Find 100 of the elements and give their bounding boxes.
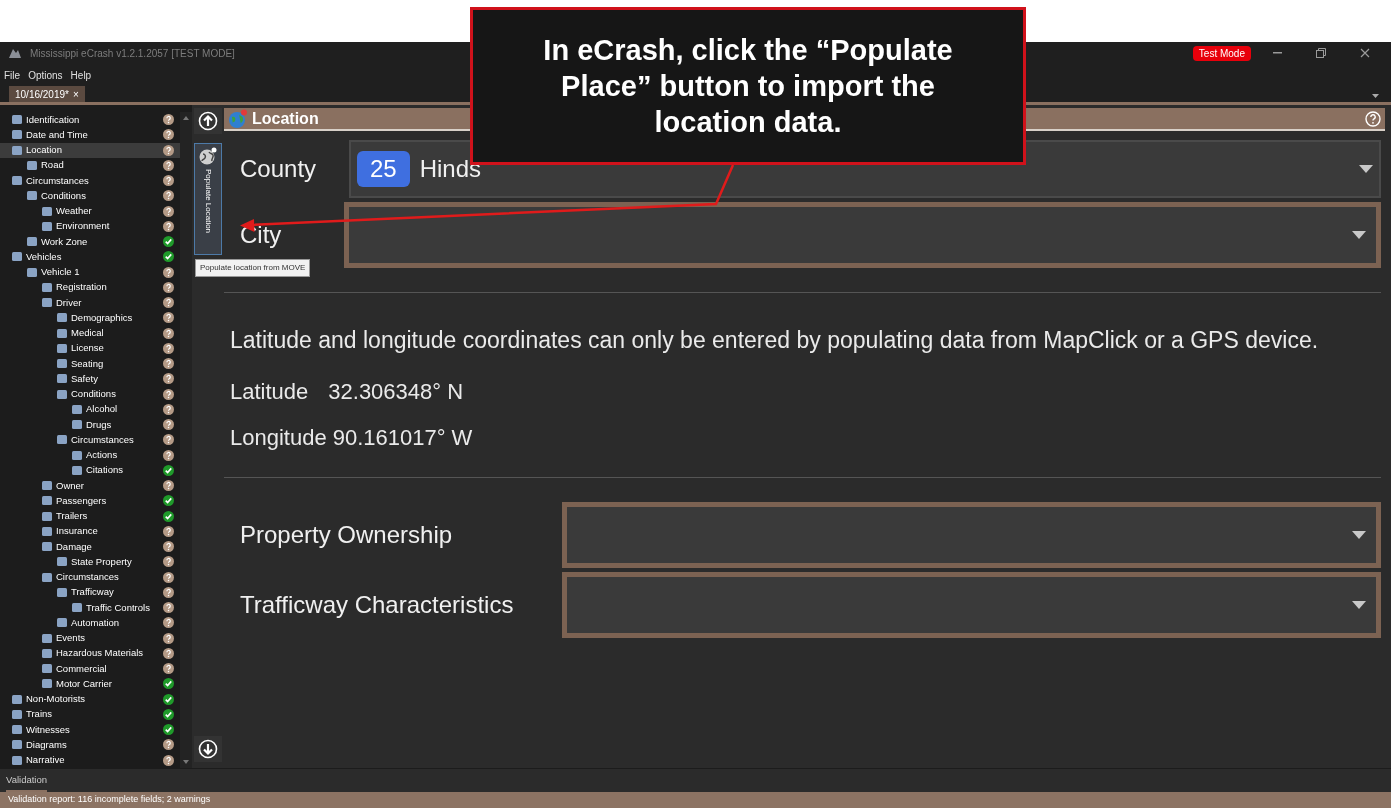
tree-item[interactable]: Work Zone (0, 234, 180, 250)
tree-item[interactable]: State Property (0, 554, 180, 570)
square-icon (12, 252, 22, 262)
tree-item-label: Demographics (71, 310, 133, 325)
minimize-icon (1272, 52, 1282, 54)
square-icon (27, 191, 37, 201)
window-title: Mississippi eCrash v1.2.1.2057 [TEST MODE] (30, 46, 235, 61)
tree-item-label: Witnesses (26, 722, 70, 737)
help-icon[interactable] (1365, 110, 1381, 127)
tree-item[interactable]: Diagrams (0, 737, 180, 753)
tree-item[interactable]: Vehicle 1 (0, 264, 180, 280)
tree-item-label: Location (26, 143, 62, 157)
tree-item-label: Motor Carrier (56, 676, 112, 691)
tree-item[interactable]: Damage (0, 539, 180, 555)
dropdown-caret-icon (1359, 165, 1373, 173)
tree-item[interactable]: Citations (0, 462, 180, 478)
tree-item[interactable]: Circumstances (0, 173, 180, 189)
tree-item[interactable]: Commercial (0, 661, 180, 677)
scroll-down-button[interactable] (194, 736, 222, 762)
square-icon (12, 115, 22, 125)
tree-item[interactable]: Road (0, 157, 180, 173)
tree-item[interactable]: Circumstances (0, 432, 180, 448)
field-label: Trafficway Characteristics (240, 590, 515, 620)
dropdown-caret-icon (1352, 601, 1366, 609)
property-ownership-dropdown[interactable] (562, 502, 1381, 568)
menu-item[interactable]: Options (28, 67, 63, 83)
tree-item-label: Vehicles (26, 249, 62, 264)
menu-item[interactable]: Help (70, 67, 92, 83)
tree-item[interactable]: Conditions (0, 188, 180, 204)
tree-item-label: Insurance (56, 524, 98, 539)
square-icon (42, 481, 52, 491)
tree-item[interactable]: Safety (0, 371, 180, 387)
tree-item-label: Conditions (71, 387, 116, 401)
tree-item-label: Safety (71, 371, 98, 386)
tree-item[interactable]: Driver (0, 295, 180, 311)
tree-item[interactable]: Circumstances (0, 569, 180, 585)
test-mode-badge: Test Mode (1192, 45, 1251, 61)
tree-item[interactable]: Date and Time (0, 127, 180, 143)
tree-item[interactable]: Weather (0, 203, 180, 219)
square-icon (27, 237, 37, 247)
tree-item[interactable]: Conditions (0, 386, 180, 402)
populate-location-button[interactable]: Populate Location (194, 143, 222, 255)
tree-item[interactable]: Automation (0, 615, 180, 631)
tree-item[interactable]: Passengers (0, 493, 180, 509)
tree-item-label: Seating (71, 356, 104, 371)
tree-item[interactable]: Actions (0, 447, 180, 463)
tree-item[interactable]: Motor Carrier (0, 676, 180, 692)
tree-item[interactable]: Alcohol (0, 401, 180, 417)
scroll-up-button[interactable] (194, 108, 222, 134)
square-icon (12, 755, 22, 765)
square-icon (42, 664, 52, 674)
square-icon (57, 435, 67, 445)
tree-item[interactable]: Registration (0, 279, 180, 295)
tree-item-label: License (71, 341, 104, 356)
city-dropdown[interactable] (344, 202, 1381, 268)
tree-item[interactable]: Insurance (0, 523, 180, 539)
menu-item[interactable]: File (4, 67, 21, 83)
tab-close-button[interactable]: × (72, 86, 79, 102)
tree-item[interactable]: Trains (0, 706, 180, 722)
tooltip: Populate location from MOVE (195, 259, 311, 277)
tree-item[interactable]: Drugs (0, 417, 180, 433)
close-icon (1360, 48, 1370, 58)
scroll-down-arrow-icon[interactable] (183, 760, 189, 764)
square-icon (57, 313, 67, 323)
latitude-label: Latitude (230, 377, 309, 406)
square-icon (42, 572, 52, 582)
square-icon (42, 221, 52, 231)
tree-item[interactable]: Medical (0, 325, 180, 341)
tree-item[interactable]: Location (0, 142, 180, 158)
tree-item[interactable]: Environment (0, 218, 180, 234)
tree-item[interactable]: Vehicles (0, 249, 180, 265)
tree-item[interactable]: Trafficway (0, 584, 180, 600)
document-tab[interactable]: 10/16/2019* × (9, 86, 85, 102)
tree-item[interactable]: Events (0, 630, 180, 646)
tree-item[interactable]: Witnesses (0, 722, 180, 738)
trafficway-characteristics-dropdown[interactable] (562, 572, 1381, 638)
scrollbar[interactable] (180, 112, 192, 768)
tree-item[interactable]: Identification (0, 112, 180, 128)
tree-item[interactable]: Demographics (0, 310, 180, 326)
tree-item[interactable]: Hazardous Materials (0, 645, 180, 661)
square-icon (27, 160, 37, 170)
tree-item-label: Automation (71, 615, 120, 630)
tree-item-label: Citations (86, 463, 123, 478)
tree-item[interactable]: Narrative (0, 752, 180, 768)
tree-item[interactable]: Traffic Controls (0, 600, 180, 616)
tree-item[interactable]: Seating (0, 356, 180, 372)
square-icon (42, 648, 52, 658)
tree-item[interactable]: Owner (0, 478, 180, 494)
tree-item[interactable]: Trailers (0, 508, 180, 524)
coordinates-note: Latitude and longitude coordinates can only be entered by populating data from MapClick or a GPS device. (230, 326, 1320, 355)
field-label: County (240, 154, 318, 184)
tree-item-label: Driver (56, 295, 82, 310)
square-icon (27, 267, 37, 277)
square-icon (72, 465, 82, 475)
tree-item-label: Road (41, 158, 64, 173)
tree-item[interactable]: License (0, 340, 180, 356)
scroll-up-arrow-icon[interactable] (183, 116, 189, 120)
tree-item[interactable]: Non-Motorists (0, 691, 180, 707)
tree-item-label: Identification (26, 112, 80, 127)
square-icon (12, 709, 22, 719)
